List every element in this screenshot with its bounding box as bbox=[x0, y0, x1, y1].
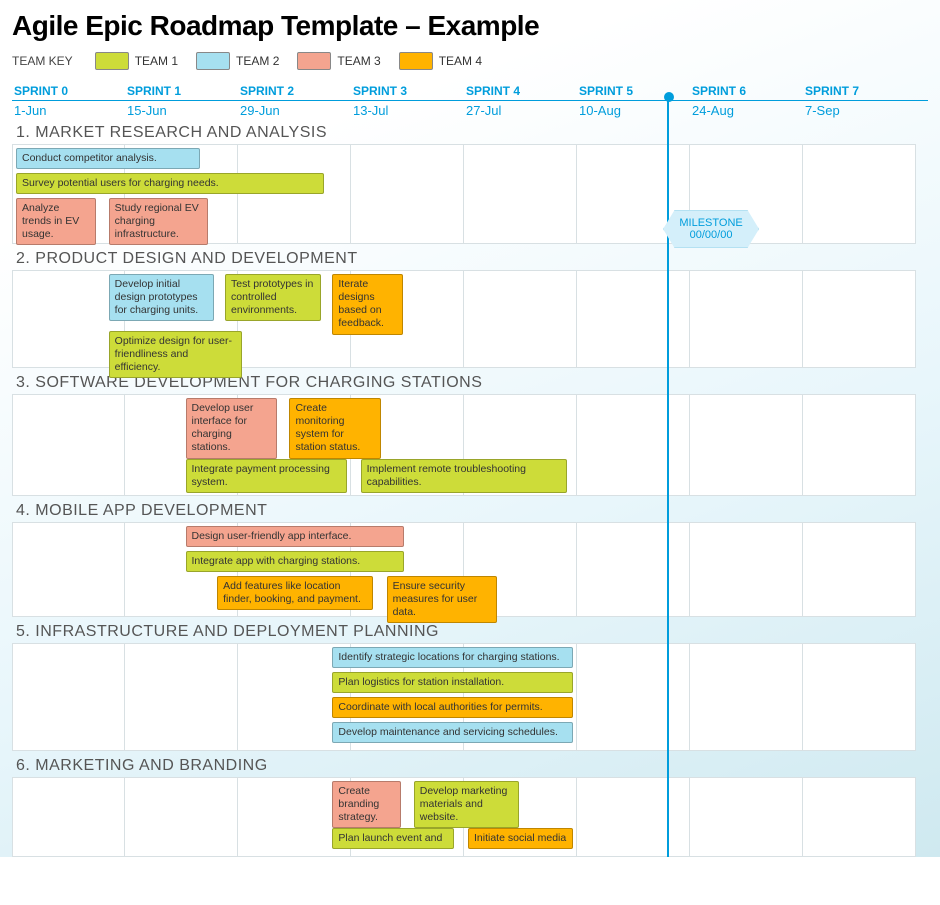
task-bar: Identify strategic locations for chargin… bbox=[332, 647, 573, 668]
milestone-label: MILESTONE bbox=[668, 217, 754, 229]
task-bar: Conduct competitor analysis. bbox=[16, 148, 200, 169]
epic-body: Develop initial design prototypes for ch… bbox=[12, 270, 928, 368]
team-key-item: TEAM 3 bbox=[297, 52, 380, 70]
task-bar: Design user-friendly app interface. bbox=[186, 526, 404, 547]
epic-body: Create branding strategy. Develop marketi… bbox=[12, 777, 928, 857]
sprint-date-cell: 10-Aug bbox=[577, 103, 690, 118]
task-bar: Implement remote troubleshooting capabil… bbox=[361, 459, 568, 493]
sprint-date-cell: 27-Jul bbox=[464, 103, 577, 118]
epic-body: Design user-friendly app interface. Integ… bbox=[12, 522, 928, 617]
team2-label: TEAM 2 bbox=[236, 54, 279, 68]
task-bar: Survey potential users for charging need… bbox=[16, 173, 324, 194]
task-bar: Create monitoring system for station sta… bbox=[289, 398, 380, 459]
team-key-label: TEAM KEY bbox=[12, 54, 73, 68]
task-bar: Plan logistics for station installation. bbox=[332, 672, 573, 693]
team-key-item: TEAM 4 bbox=[399, 52, 482, 70]
sprint-header-cell: SPRINT 7 bbox=[803, 84, 916, 98]
epic-body: Conduct competitor analysis. Survey poten… bbox=[12, 144, 928, 244]
task-bar: Develop marketing materials and website. bbox=[414, 781, 519, 828]
sprint-header-cell: SPRINT 1 bbox=[125, 84, 238, 98]
task-bar: Ensure security measures for user data. bbox=[387, 576, 498, 623]
task-bar: Test prototypes in controlled environmen… bbox=[225, 274, 321, 321]
epic-title: 6. MARKETING AND BRANDING bbox=[16, 757, 928, 775]
epic-title: 1. MARKET RESEARCH AND ANALYSIS bbox=[16, 124, 928, 142]
task-bar: Analyze trends in EV usage. bbox=[16, 198, 96, 245]
sprint-date-cell: 13-Jul bbox=[351, 103, 464, 118]
sprint-date-cell: 7-Sep bbox=[803, 103, 916, 118]
swatch-team2 bbox=[196, 52, 230, 70]
task-bar: Add features like location finder, booki… bbox=[217, 576, 373, 610]
milestone-date: 00/00/00 bbox=[668, 229, 754, 241]
sprint-header: SPRINT 0SPRINT 1SPRINT 2SPRINT 3SPRINT 4… bbox=[12, 84, 928, 101]
epic-title: 2. PRODUCT DESIGN AND DEVELOPMENT bbox=[16, 250, 928, 268]
sprint-header-cell: SPRINT 3 bbox=[351, 84, 464, 98]
task-bar: Create branding strategy. bbox=[332, 781, 401, 828]
task-bar: Optimize design for user-friendliness an… bbox=[109, 331, 242, 378]
sprint-header-cell: SPRINT 6 bbox=[690, 84, 803, 98]
sprint-header-cell: SPRINT 4 bbox=[464, 84, 577, 98]
team-key-item: TEAM 1 bbox=[95, 52, 178, 70]
task-bar: Iterate designs based on feedback. bbox=[332, 274, 403, 335]
milestone-marker: MILESTONE 00/00/00 bbox=[663, 210, 759, 248]
epic-body: Identify strategic locations for chargin… bbox=[12, 643, 928, 751]
team-key-item: TEAM 2 bbox=[196, 52, 279, 70]
epic-title: 5. INFRASTRUCTURE AND DEPLOYMENT PLANNIN… bbox=[16, 623, 928, 641]
sprint-date-cell: 29-Jun bbox=[238, 103, 351, 118]
epic-body: Develop user interface for charging stat… bbox=[12, 394, 928, 496]
task-bar: Integrate app with charging stations. bbox=[186, 551, 404, 572]
date-row: 1-Jun15-Jun29-Jun13-Jul27-Jul10-Aug24-Au… bbox=[12, 103, 928, 118]
team3-label: TEAM 3 bbox=[337, 54, 380, 68]
task-bar: Integrate payment processing system. bbox=[186, 459, 348, 493]
team-key: TEAM KEY TEAM 1 TEAM 2 TEAM 3 TEAM 4 bbox=[12, 52, 928, 70]
task-bar: Plan launch event and bbox=[332, 828, 454, 849]
task-bar: Develop user interface for charging stat… bbox=[186, 398, 277, 459]
team4-label: TEAM 4 bbox=[439, 54, 482, 68]
task-bar: Initiate social media bbox=[468, 828, 573, 849]
task-bar: Study regional EV charging infrastructur… bbox=[109, 198, 208, 245]
swatch-team3 bbox=[297, 52, 331, 70]
page-title: Agile Epic Roadmap Template – Example bbox=[12, 10, 928, 42]
swatch-team4 bbox=[399, 52, 433, 70]
epic-title: 4. MOBILE APP DEVELOPMENT bbox=[16, 502, 928, 520]
sprint-header-cell: SPRINT 2 bbox=[238, 84, 351, 98]
sprint-date-cell: 24-Aug bbox=[690, 103, 803, 118]
sprint-date-cell: 15-Jun bbox=[125, 103, 238, 118]
swatch-team1 bbox=[95, 52, 129, 70]
task-bar: Develop maintenance and servicing schedu… bbox=[332, 722, 573, 743]
sprint-date-cell: 1-Jun bbox=[12, 103, 125, 118]
sprint-header-cell: SPRINT 0 bbox=[12, 84, 125, 98]
task-bar: Develop initial design prototypes for ch… bbox=[109, 274, 214, 321]
task-bar: Coordinate with local authorities for pe… bbox=[332, 697, 573, 718]
team1-label: TEAM 1 bbox=[135, 54, 178, 68]
current-date-line bbox=[667, 98, 669, 857]
